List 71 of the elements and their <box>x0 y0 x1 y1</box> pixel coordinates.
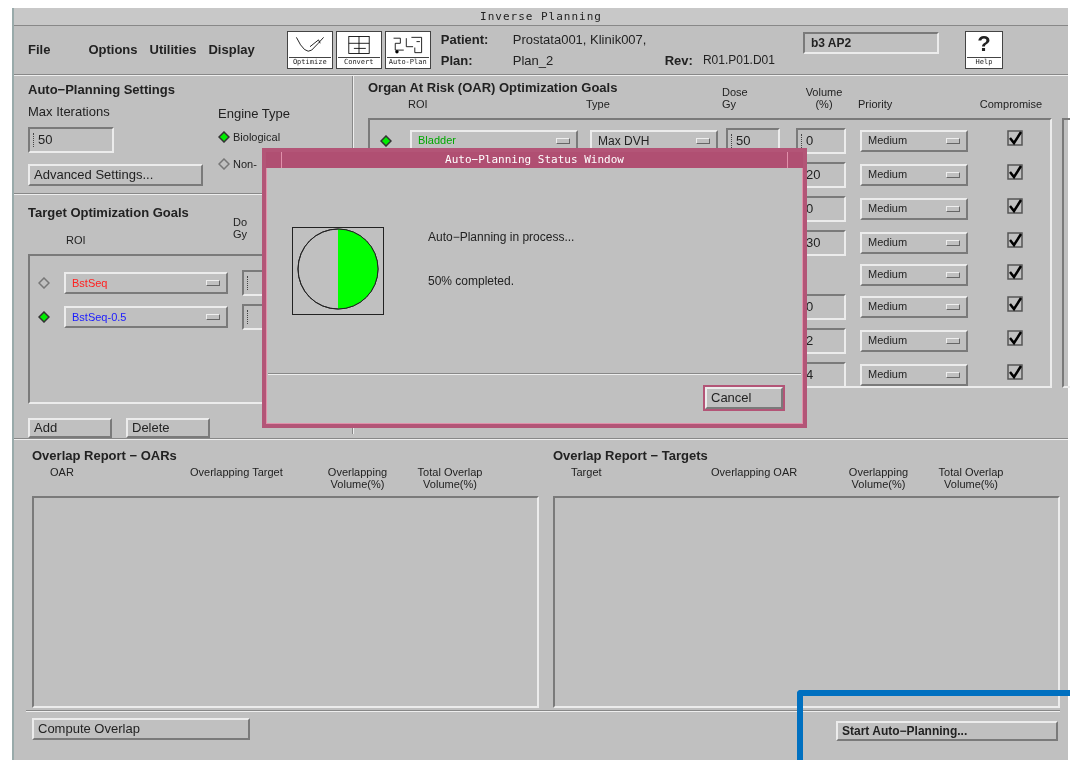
radio-button[interactable] <box>38 277 50 289</box>
compute-overlap-button[interactable]: Compute Overlap <box>32 718 250 740</box>
column-header: Overlapping Target <box>190 465 284 478</box>
priority-dropdown[interactable]: Medium <box>860 129 968 152</box>
column-header: Type <box>586 97 611 110</box>
menu-item[interactable]: Utilities <box>149 40 197 60</box>
list-button[interactable]: Add <box>28 418 112 438</box>
status-message: Auto−Planning in process... <box>428 228 575 246</box>
checkbox[interactable] <box>1007 264 1023 281</box>
priority-dropdown[interactable]: Medium <box>860 163 968 186</box>
radio-label: Biological <box>233 130 281 145</box>
section-title: Organ At Risk (OAR) Optimization Goals <box>368 79 618 97</box>
menu-item[interactable]: File <box>28 40 51 60</box>
window-title: Inverse Planning <box>14 8 1068 26</box>
column-header: Overlapping Volume(%) <box>326 465 389 490</box>
radio-label: Non- <box>233 156 257 172</box>
column-header: OAR <box>50 465 75 478</box>
column-header: ROI <box>66 233 86 248</box>
priority-dropdown[interactable]: Medium <box>860 363 968 386</box>
revision-text: R01.P01.D01 <box>702 51 775 69</box>
radio-button[interactable] <box>38 311 50 323</box>
column-header: Target <box>571 465 603 478</box>
dialog-title: Auto−Planning Status Window <box>444 152 625 168</box>
plan-name-field[interactable]: b3 AP2 <box>802 32 939 54</box>
volume-field[interactable]: 0 <box>796 127 846 154</box>
column-header: Overlapping OAR <box>711 465 799 478</box>
menu-item[interactable]: Display <box>208 40 255 60</box>
start-auto-planning-button[interactable]: Start Auto−Planning... <box>836 721 1058 741</box>
column-header: Do <box>233 216 248 228</box>
patient-name: Prostata001, Klinik007, <box>512 30 648 49</box>
radio-button[interactable] <box>218 157 230 170</box>
max-iterations-field[interactable]: 50 <box>28 127 114 153</box>
column-header: Total Overlap Volume(%) <box>937 465 1005 490</box>
advanced-settings-button[interactable]: Advanced Settings... <box>28 163 203 186</box>
section-title: Auto−Planning Settings <box>28 81 175 99</box>
patient-label: Patient: <box>440 30 490 49</box>
section-title: Target Optimization Goals <box>28 203 189 222</box>
column-header: Compromise <box>978 97 1044 110</box>
checkbox[interactable] <box>1007 198 1023 215</box>
priority-dropdown[interactable]: Medium <box>860 197 968 220</box>
cancel-button[interactable]: Cancel <box>705 387 783 409</box>
rev-label: Rev: <box>664 51 693 70</box>
priority-dropdown[interactable]: Medium <box>860 295 968 318</box>
column-header: Total Overlap Volume(%) <box>416 465 484 490</box>
priority-dropdown[interactable]: Medium <box>860 231 968 254</box>
radio-button[interactable] <box>380 135 392 148</box>
column-header: ROI <box>407 97 429 110</box>
column-header: Volume (%) <box>804 85 844 110</box>
priority-dropdown[interactable]: Medium <box>860 329 968 352</box>
column-header: Gy <box>233 228 248 240</box>
column-header: Overlapping Volume(%) <box>847 465 910 490</box>
checkbox[interactable] <box>1007 232 1023 249</box>
list-button[interactable]: Delete <box>126 418 210 438</box>
checkbox[interactable] <box>1007 296 1023 313</box>
checkbox[interactable] <box>1007 330 1023 347</box>
roi-dropdown[interactable]: BstSeq-0.5 <box>64 306 228 328</box>
field-label: Engine Type <box>218 104 291 123</box>
section-title: Overlap Report − OARs <box>32 447 177 465</box>
priority-dropdown[interactable]: Medium <box>860 263 968 286</box>
checkbox[interactable] <box>1007 364 1023 381</box>
field-label: Max Iterations <box>28 102 111 121</box>
section-title: Overlap Report − Targets <box>553 447 708 465</box>
checkbox[interactable] <box>1007 164 1023 181</box>
menu-item[interactable]: Options <box>88 40 138 60</box>
plan-label: Plan: <box>440 52 474 70</box>
progress-text: 50% completed. <box>428 272 516 290</box>
checkbox[interactable] <box>1007 130 1023 147</box>
column-header: Priority <box>857 97 894 110</box>
plan-name: Plan_2 <box>512 52 555 70</box>
column-header: Dose Gy <box>722 85 749 110</box>
radio-button[interactable] <box>218 131 230 144</box>
